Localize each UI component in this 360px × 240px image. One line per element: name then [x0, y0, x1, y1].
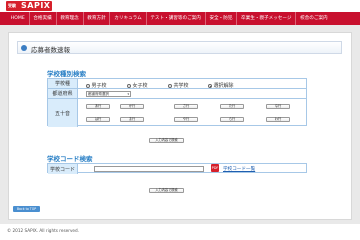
site-footer: © 2012 SAPIX. All rights reserved. [0, 224, 360, 240]
radio-button[interactable] [127, 83, 131, 88]
kana-ha-button[interactable]: は行 [86, 117, 110, 122]
site-header: 受験 SAPIX [0, 0, 360, 12]
kana-a-button[interactable]: あ行 [86, 104, 110, 109]
school-type-search-button[interactable]: 入力内容で検索 [149, 138, 184, 143]
radio-label: 選択解除 [213, 83, 234, 89]
radio-button[interactable] [208, 83, 212, 88]
nav-item-philosophy[interactable]: 教育理念 [57, 12, 84, 25]
nav-item-home[interactable]: HOME [7, 12, 30, 25]
kana-ta-button[interactable]: た行 [220, 104, 244, 109]
kana-ma-button[interactable]: ま行 [120, 117, 144, 122]
kana-ya-button[interactable]: や行 [174, 117, 198, 122]
nav-item-safety[interactable]: 安全・防犯 [206, 12, 238, 25]
logo-small-text: 受験 [8, 3, 16, 8]
logo-main-text: SAPIX [21, 1, 51, 10]
main-content: 応募者数速報 学校種別検索 学校種 男子校 女子校 共学校 選択解除 都道府県 … [8, 32, 352, 220]
nav-item-results[interactable]: 合格実績 [30, 12, 57, 25]
back-to-top-button[interactable]: Back to TOP [13, 206, 40, 212]
radio-button[interactable] [86, 83, 90, 88]
copyright-text: © 2012 SAPIX. All rights reserved. [7, 228, 80, 233]
kana-row: 五十音 あ行 か行 さ行 た行 な行 は行 ま行 や行 ら行 わ行 [48, 99, 306, 127]
sapix-logo[interactable]: 受験 SAPIX [6, 1, 52, 11]
kana-na-button[interactable]: な行 [266, 104, 290, 109]
prefecture-label: 都道府県 [48, 89, 78, 98]
school-code-row: 学校コード PDF 学校コード一覧 [48, 164, 306, 174]
school-type-search-form: 学校種 男子校 女子校 共学校 選択解除 都道府県 都道府県選択 五十音 [47, 78, 307, 127]
radio-clear[interactable]: 選択解除 [208, 82, 234, 89]
radio-girls[interactable]: 女子校 [127, 82, 148, 89]
prefecture-row: 都道府県 都道府県選択 [48, 89, 306, 99]
kana-ra-button[interactable]: ら行 [220, 117, 244, 122]
circle-icon [21, 45, 27, 51]
page-title-text: 応募者数速報 [31, 46, 70, 54]
radio-button[interactable] [168, 83, 172, 88]
nav-item-tests[interactable]: テスト・講習等のご案内 [147, 12, 206, 25]
nav-item-curriculum[interactable]: カリキュラム [110, 12, 147, 25]
prefecture-select[interactable]: 都道府県選択 [86, 91, 131, 97]
radio-label: 男子校 [91, 83, 107, 89]
main-nav: HOME 合格実績 教育理念 教育方針 カリキュラム テスト・講習等のご案内 安… [0, 12, 360, 25]
school-code-section-title: 学校コード検索 [47, 155, 93, 163]
school-code-input[interactable] [94, 166, 204, 172]
school-type-row: 学校種 男子校 女子校 共学校 選択解除 [48, 79, 306, 89]
nav-item-policy[interactable]: 教育方針 [84, 12, 111, 25]
kana-label: 五十音 [48, 99, 78, 127]
radio-boys[interactable]: 男子校 [86, 82, 107, 89]
radio-coed[interactable]: 共学校 [168, 82, 189, 89]
nav-item-schools[interactable]: 校舎のご案内 [296, 12, 331, 25]
kana-wa-button[interactable]: わ行 [266, 117, 290, 122]
page-title: 応募者数速報 [17, 41, 342, 54]
kana-sa-button[interactable]: さ行 [174, 104, 198, 109]
school-code-search-button[interactable]: 入力内容で検索 [149, 188, 184, 193]
pdf-icon[interactable]: PDF [211, 164, 219, 172]
nav-item-messages[interactable]: 卒業生・親子メッセージ [237, 12, 297, 25]
school-code-list-link[interactable]: 学校コード一覧 [223, 166, 255, 172]
school-type-label: 学校種 [48, 79, 78, 88]
radio-label: 共学校 [173, 83, 189, 89]
kana-ka-button[interactable]: か行 [120, 104, 144, 109]
school-code-label: 学校コード [48, 164, 78, 174]
radio-label: 女子校 [132, 83, 148, 89]
school-code-search-form: 学校コード PDF 学校コード一覧 [47, 163, 307, 174]
school-type-section-title: 学校種別検索 [47, 70, 86, 78]
